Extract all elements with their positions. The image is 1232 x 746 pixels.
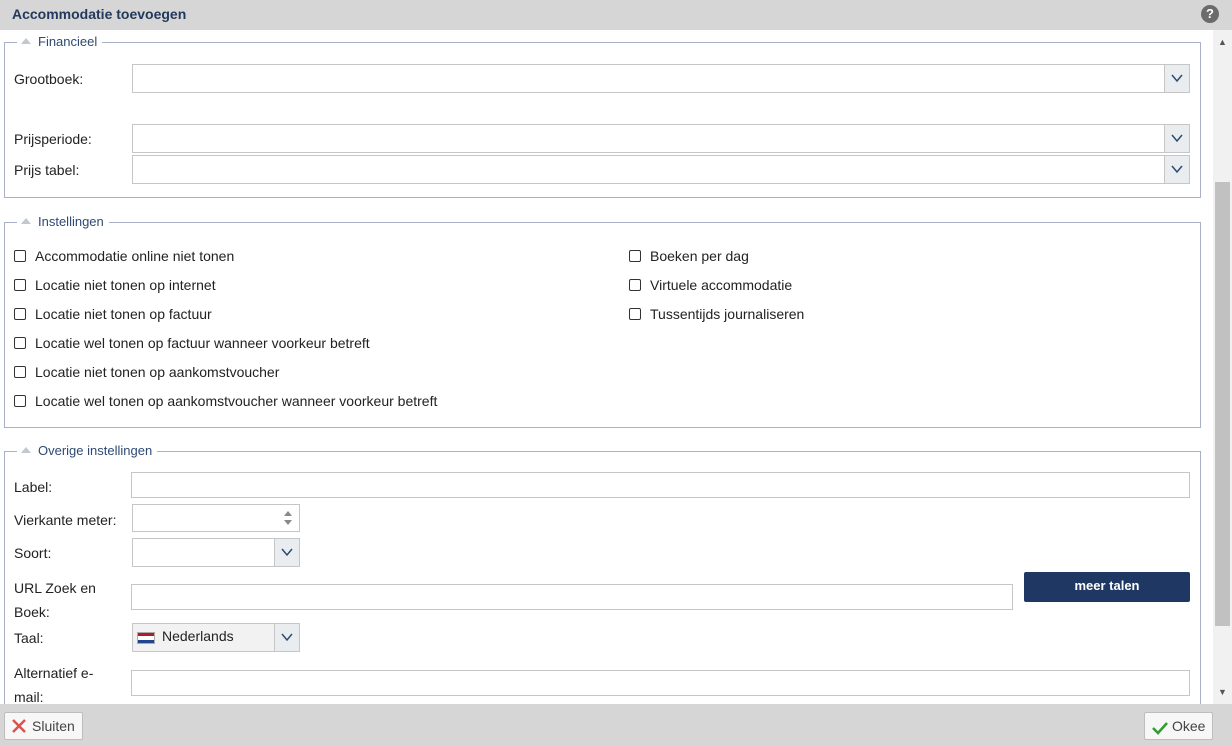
financieel-legend-text: Financieel — [38, 34, 98, 49]
collapse-triangle-icon — [21, 218, 31, 224]
checkbox-locatie-factuur[interactable] — [14, 308, 26, 320]
checkbox-label[interactable]: Locatie niet tonen op internet — [35, 276, 216, 294]
chevron-down-icon — [1171, 165, 1183, 174]
alt-email-label-line2: mail: — [14, 689, 44, 704]
checkbox-label[interactable]: Locatie niet tonen op aankomstvoucher — [35, 363, 279, 381]
prijsperiode-dropdown-button[interactable] — [1164, 125, 1189, 152]
chevron-down-icon — [1171, 134, 1183, 143]
checkbox-locatie-aankomstvoucher[interactable] — [14, 366, 26, 378]
checkbox-locatie-internet[interactable] — [14, 279, 26, 291]
collapse-triangle-icon — [21, 447, 31, 453]
checkbox-label[interactable]: Accommodatie online niet tonen — [35, 247, 234, 265]
url-label-line2: Boek: — [14, 604, 50, 620]
grootboek-dropdown-button[interactable] — [1164, 65, 1189, 92]
financieel-legend[interactable]: Financieel — [17, 34, 103, 50]
help-icon[interactable]: ? — [1201, 5, 1219, 23]
netherlands-flag-icon — [137, 632, 155, 644]
vierkante-meter-label: Vierkante meter: — [14, 512, 117, 528]
grootboek-select[interactable] — [132, 64, 1190, 93]
dialog-titlebar: Accommodatie toevoegen ? — [0, 0, 1232, 30]
close-button[interactable]: Sluiten — [4, 712, 83, 740]
checkbox-label[interactable]: Locatie niet tonen op factuur — [35, 305, 212, 323]
chevron-down-icon — [281, 548, 293, 557]
url-input[interactable] — [131, 584, 1013, 610]
prijsperiode-label: Prijsperiode: — [14, 131, 92, 147]
checkbox-label[interactable]: Virtuele accommodatie — [650, 276, 792, 294]
overige-legend-text: Overige instellingen — [38, 443, 153, 458]
checkbox-locatie-aankomstvoucher-voorkeur[interactable] — [14, 395, 26, 407]
alt-email-label-line1: Alternatief e- — [14, 665, 94, 681]
checkbox-boeken-per-dag[interactable] — [629, 250, 641, 262]
scroll-up-icon[interactable]: ▲ — [1213, 34, 1232, 50]
checkbox-virtuele-accommodatie[interactable] — [629, 279, 641, 291]
soort-label: Soort: — [14, 545, 52, 561]
prijs-tabel-select[interactable] — [132, 155, 1190, 184]
dialog-footer: Sluiten Okee — [0, 704, 1232, 746]
checkbox-accommodatie-online[interactable] — [14, 250, 26, 262]
checkbox-locatie-factuur-voorkeur[interactable] — [14, 337, 26, 349]
instellingen-legend-text: Instellingen — [38, 214, 104, 229]
taal-label: Taal: — [14, 630, 44, 646]
scrollbar[interactable]: ▲ ▼ — [1213, 30, 1232, 704]
spinner-arrows-icon[interactable] — [283, 510, 293, 526]
close-x-icon — [12, 719, 26, 733]
prijs-tabel-dropdown-button[interactable] — [1164, 156, 1189, 183]
taal-select[interactable]: Nederlands — [132, 623, 300, 652]
checkbox-label[interactable]: Boeken per dag — [650, 247, 749, 265]
url-label-line1: URL Zoek en — [14, 580, 96, 596]
checkbox-label[interactable]: Tussentijds journaliseren — [650, 305, 804, 323]
scrollbar-thumb[interactable] — [1215, 182, 1230, 626]
dialog-content: Financieel Grootboek: Prijsperiode: Prij… — [0, 30, 1213, 704]
checkbox-label[interactable]: Locatie wel tonen op aankomstvoucher wan… — [35, 392, 437, 410]
checkmark-icon — [1152, 722, 1168, 735]
taal-value: Nederlands — [162, 628, 234, 644]
soort-select[interactable] — [132, 538, 300, 567]
close-button-label: Sluiten — [32, 718, 75, 734]
prijsperiode-select[interactable] — [132, 124, 1190, 153]
chevron-down-icon — [281, 633, 293, 642]
vierkante-meter-input[interactable] — [132, 504, 300, 532]
scroll-down-icon[interactable]: ▼ — [1213, 684, 1232, 700]
chevron-down-icon — [1171, 74, 1183, 83]
instellingen-legend[interactable]: Instellingen — [17, 214, 109, 230]
meer-talen-button[interactable]: meer talen — [1024, 572, 1190, 602]
ok-button-label: Okee — [1172, 718, 1206, 734]
checkbox-tussentijds-journaliseren[interactable] — [629, 308, 641, 320]
grootboek-label: Grootboek: — [14, 71, 84, 87]
ok-button[interactable]: Okee — [1144, 712, 1213, 740]
collapse-triangle-icon — [21, 38, 31, 44]
dialog-title: Accommodatie toevoegen — [12, 6, 187, 22]
checkbox-label[interactable]: Locatie wel tonen op factuur wanneer voo… — [35, 334, 370, 352]
soort-dropdown-button[interactable] — [274, 539, 299, 566]
overige-legend[interactable]: Overige instellingen — [17, 443, 158, 459]
label-label: Label: — [14, 479, 53, 495]
prijs-tabel-label: Prijs tabel: — [14, 162, 80, 178]
taal-dropdown-button[interactable] — [274, 624, 299, 651]
alt-email-input[interactable] — [131, 670, 1190, 696]
label-input[interactable] — [131, 472, 1190, 498]
